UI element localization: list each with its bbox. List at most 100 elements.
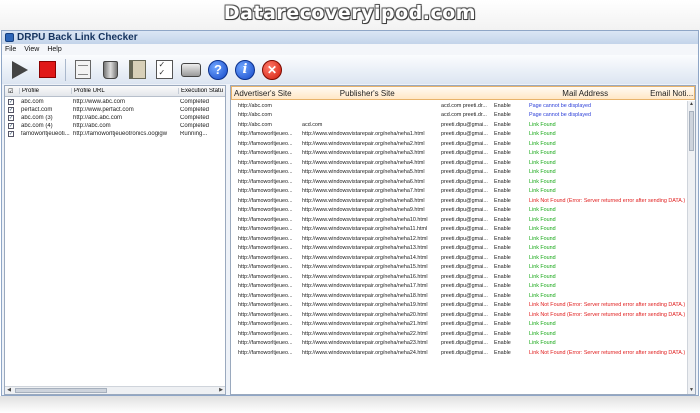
book-button[interactable] xyxy=(125,58,149,82)
table-row[interactable]: http://famoworltjeueo... http://www.windo… xyxy=(231,329,689,339)
table-row[interactable]: http://famoworltjeueo... http://www.windo… xyxy=(231,263,689,273)
table-row[interactable]: ✓ abc.com (4) http://abc.com Completed xyxy=(5,122,225,130)
table-row[interactable]: http://famoworltjeueo... http://www.windo… xyxy=(231,139,689,149)
table-row[interactable]: http://famoworltjeueo... http://www.windo… xyxy=(231,196,689,206)
start-button[interactable] xyxy=(8,58,32,82)
header-email-notification[interactable]: Email Noti... xyxy=(648,89,694,98)
play-icon xyxy=(12,60,28,79)
table-row[interactable]: http://famoworltjeueo... http://www.windo… xyxy=(231,310,689,320)
help-button[interactable]: ? xyxy=(206,58,230,82)
link-status: Link Found xyxy=(529,340,556,347)
row-checkbox[interactable]: ✓ xyxy=(8,98,14,105)
table-row[interactable]: http://famoworltjeueo... http://www.windo… xyxy=(231,177,689,187)
table-row[interactable]: http://famoworltjeueo... http://www.windo… xyxy=(231,291,689,301)
email-notification: Enable xyxy=(494,159,511,166)
about-button[interactable]: i xyxy=(233,58,257,82)
publisher-site: http://www.windowsvistarepair.org/neha/n… xyxy=(302,349,428,356)
stop-button[interactable] xyxy=(35,58,59,82)
table-row[interactable]: http://famoworltjeueo... http://www.windo… xyxy=(231,234,689,244)
scroll-up-icon[interactable]: ▲ xyxy=(688,101,695,108)
table-row[interactable]: http://famoworltjeueo... http://www.windo… xyxy=(231,320,689,330)
profile-url: http://www.abc.com xyxy=(73,99,126,105)
table-row[interactable]: http://famoworltjeueo... http://www.windo… xyxy=(231,149,689,159)
profile-name: perfact.com xyxy=(21,107,53,113)
add-profile-button[interactable] xyxy=(71,58,95,82)
results-vscrollbar[interactable]: ▲ ▼ xyxy=(687,101,695,394)
table-row[interactable]: http://abc.com acd.com preeti.dr... Enable… xyxy=(231,111,689,121)
advertiser-site: http://famoworltjeueo... xyxy=(238,197,293,204)
link-status: Link Found xyxy=(529,121,556,128)
link-status: Link Found xyxy=(529,264,556,271)
disk-icon xyxy=(181,62,201,77)
title-bar: DRPU Back Link Checker xyxy=(2,31,698,44)
advertiser-site: http://famoworltjeueo... xyxy=(238,264,293,271)
exit-button[interactable]: ✕ xyxy=(260,58,284,82)
email-notification: Enable xyxy=(494,235,511,242)
menu-help[interactable]: Help xyxy=(47,46,61,53)
menu-view[interactable]: View xyxy=(24,46,39,53)
table-row[interactable]: http://famoworltjeueo... http://www.windo… xyxy=(231,282,689,292)
table-row[interactable]: ✓ abc.com (3) http://abc.abc.com Completed xyxy=(5,114,225,122)
table-row[interactable]: http://famoworltjeueo... http://www.windo… xyxy=(231,253,689,263)
profile-list-hscrollbar[interactable]: ◀ ▶ xyxy=(5,386,225,394)
publisher-site: http://www.windowsvistarepair.org/neha/n… xyxy=(302,150,425,157)
table-row[interactable]: http://famoworltjeueo... http://www.windo… xyxy=(231,301,689,311)
table-row[interactable]: http://famoworltjeueo... http://www.windo… xyxy=(231,225,689,235)
table-row[interactable]: http://famoworltjeueo... http://www.windo… xyxy=(231,168,689,178)
mail-address: preeti.dipu@gmai... xyxy=(441,140,488,147)
table-row[interactable]: ✓ famoworltjeueoti... http://famoworltjeue… xyxy=(5,130,225,138)
watermark-banner: Datarecoveryipod.com xyxy=(0,0,700,30)
table-row[interactable]: http://abc.com acd.com preeti.dr... Enable… xyxy=(231,101,689,111)
publisher-site: acd.com xyxy=(302,121,323,128)
table-row[interactable]: ✓ perfact.com http://www.perfact.com Comple… xyxy=(5,106,225,114)
advertiser-site: http://famoworltjeueo... xyxy=(238,235,293,242)
advertiser-site: http://famoworltjeueo... xyxy=(238,207,293,214)
bottom-reflection xyxy=(0,396,700,413)
table-row[interactable]: http://famoworltjeueo... http://www.windo… xyxy=(231,348,689,358)
table-row[interactable]: http://famoworltjeueo... http://www.windo… xyxy=(231,215,689,225)
table-row[interactable]: http://famoworltjeueo... http://www.windo… xyxy=(231,130,689,140)
scroll-right-icon[interactable]: ▶ xyxy=(217,387,225,394)
advertiser-site: http://abc.com xyxy=(238,112,272,119)
publisher-site: http://www.windowsvistarepair.org/neha/n… xyxy=(302,131,425,138)
header-check-all[interactable]: ☑ xyxy=(5,88,19,95)
book-icon xyxy=(128,60,146,79)
table-row[interactable]: http://famoworltjeueo... http://www.windo… xyxy=(231,244,689,254)
mail-address: preeti.dipu@gmai... xyxy=(441,235,488,242)
save-button[interactable] xyxy=(179,58,203,82)
link-status: Link Found xyxy=(529,273,556,280)
header-advertiser-site[interactable]: Advertiser's Site xyxy=(232,89,338,98)
publisher-site: http://www.windowsvistarepair.org/neha/n… xyxy=(302,292,428,299)
header-mail-address[interactable]: Mail Address xyxy=(560,89,648,98)
advertiser-site: http://famoworltjeueo... xyxy=(238,245,293,252)
mail-address: preeti.dipu@gmai... xyxy=(441,226,488,233)
row-checkbox[interactable]: ✓ xyxy=(8,114,14,121)
row-checkbox[interactable]: ✓ xyxy=(8,122,14,129)
table-row[interactable]: http://famoworltjeueo... http://www.windo… xyxy=(231,206,689,216)
publisher-site: http://www.windowsvistarepair.org/neha/n… xyxy=(302,235,428,242)
header-publisher-site[interactable]: Publisher's Site xyxy=(338,89,561,98)
table-row[interactable]: ✓ abc.com http://www.abc.com Completed xyxy=(5,98,225,106)
scroll-thumb[interactable] xyxy=(689,111,694,151)
scroll-down-icon[interactable]: ▼ xyxy=(688,387,695,394)
publisher-site: http://www.windowsvistarepair.org/neha/n… xyxy=(302,245,428,252)
header-profile-url[interactable]: Profile URL xyxy=(71,88,178,94)
scroll-thumb[interactable] xyxy=(15,388,107,393)
table-row[interactable]: http://famoworltjeueo... http://www.windo… xyxy=(231,158,689,168)
header-execution-status[interactable]: Execution Statu xyxy=(178,88,225,94)
link-status: Link Not Found (Error: Server returned e… xyxy=(529,197,686,204)
table-row[interactable]: http://famoworltjeueo... http://www.windo… xyxy=(231,272,689,282)
profile-name: abc.com (3) xyxy=(21,115,53,121)
row-checkbox[interactable]: ✓ xyxy=(8,130,14,137)
link-status: Link Found xyxy=(529,245,556,252)
table-row[interactable]: http://famoworltjeueo... http://www.windo… xyxy=(231,339,689,349)
menu-file[interactable]: File xyxy=(5,46,16,53)
row-checkbox[interactable]: ✓ xyxy=(8,106,14,113)
header-profile[interactable]: Profile xyxy=(19,88,71,94)
delete-profile-button[interactable] xyxy=(98,58,122,82)
table-row[interactable]: http://famoworltjeueo... http://www.windo… xyxy=(231,187,689,197)
table-row[interactable]: http://abc.com acd.com preeti.dipu@gmai...… xyxy=(231,120,689,130)
advertiser-site: http://famoworltjeueo... xyxy=(238,159,293,166)
checklist-button[interactable] xyxy=(152,58,176,82)
scroll-left-icon[interactable]: ◀ xyxy=(5,387,13,394)
